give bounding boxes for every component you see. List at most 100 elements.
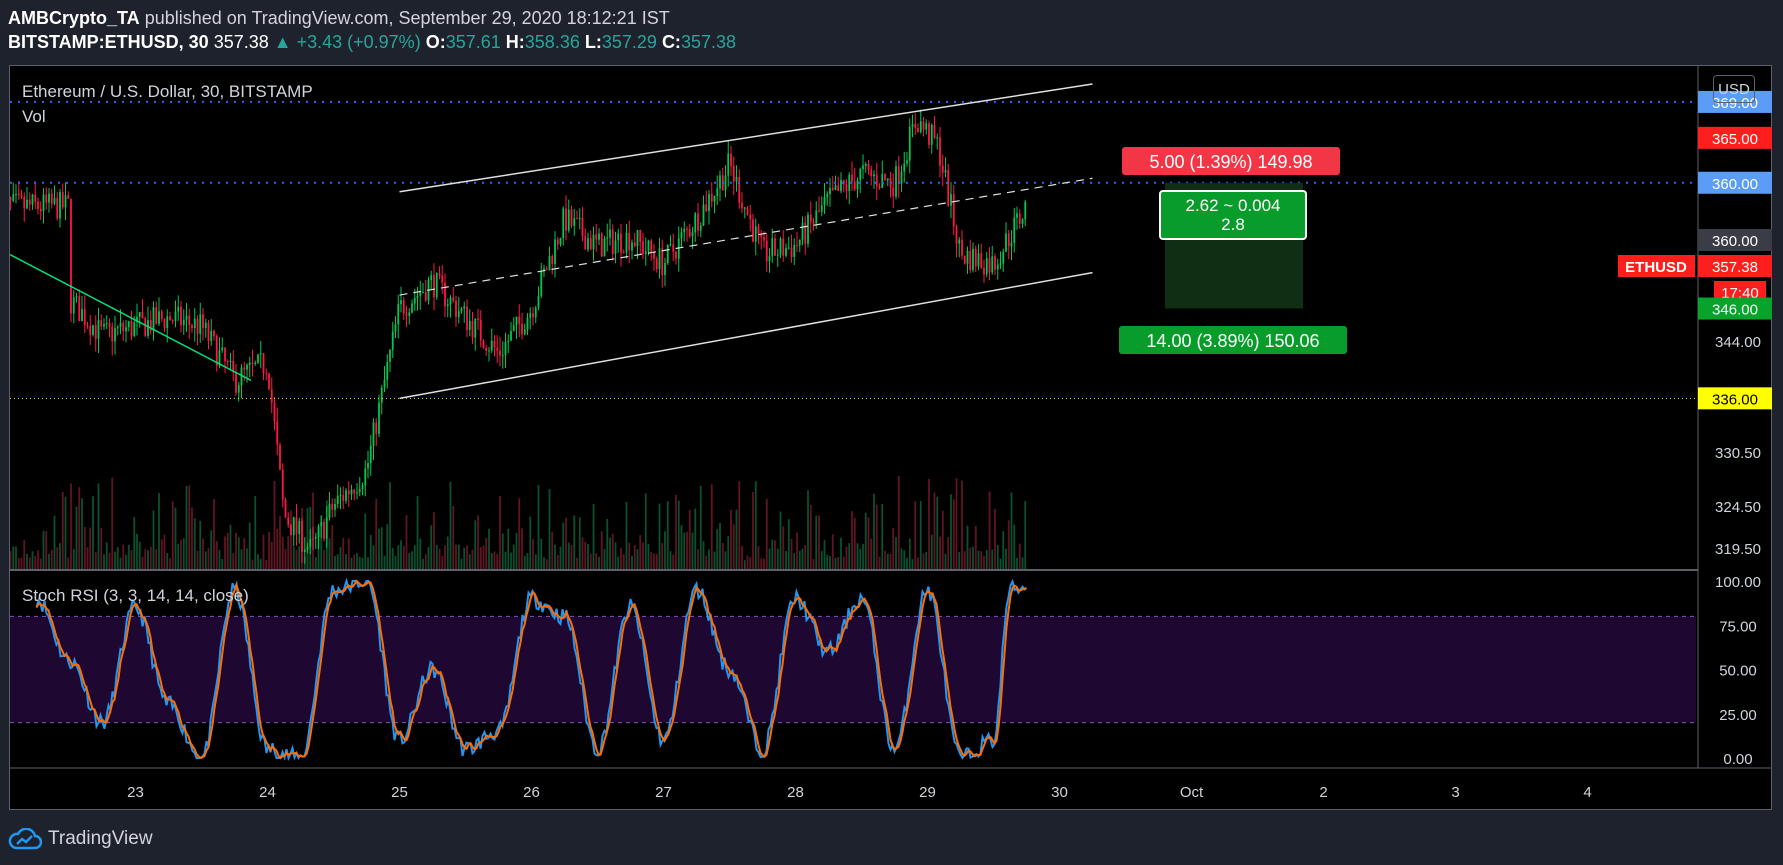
volume-bar [743,560,746,569]
volume-bar [749,557,752,569]
volume-bar [644,493,647,569]
candle-body [367,463,369,469]
volume-bar [556,555,559,569]
volume-bar [680,525,683,569]
candle-body [603,238,606,257]
candle-body [1007,233,1010,247]
volume-bar [411,551,413,569]
volume-bar [702,541,705,569]
volume-bar [906,557,908,569]
volume-bar [562,522,565,569]
candle-body [845,184,848,192]
volume-bar [493,551,496,569]
candle-body [540,270,543,296]
volume-bar [875,504,878,569]
channel-lower-line[interactable] [399,271,1093,400]
candle-body [235,372,237,393]
candle-body [433,275,435,298]
volume-bar [537,485,540,569]
price-label-target: 346.00 [1712,302,1758,319]
candle-body [633,242,636,247]
candle-body [75,296,78,298]
candle-body [653,252,655,259]
volume-bar [1013,524,1016,569]
volume-bar [397,545,400,569]
volume-bar [23,540,26,569]
candle-body [699,225,702,231]
volume-bar [163,534,166,569]
candle-body [650,240,653,253]
volume-bar [4,541,6,569]
candle-body [804,222,807,244]
volume-bar [1018,543,1021,569]
candle-body [768,256,771,262]
volume-bar [488,528,490,569]
candle-body [108,323,111,327]
candle-body [793,244,796,257]
candle-body [419,292,422,296]
candle-body [276,421,279,445]
volume-bar [48,553,50,569]
volume-bar [213,499,215,569]
volume-bar [103,554,105,569]
candle-body [284,499,287,518]
channel-median-line[interactable] [399,177,1093,296]
volume-bar [908,538,911,569]
candle-body [1018,213,1021,224]
candle-body [259,353,262,355]
candle-body [829,187,831,194]
volume-bar [336,554,339,569]
currency-button[interactable]: USD [1713,75,1755,103]
candle-body [26,199,28,209]
candle-body [292,517,295,536]
candle-body [977,253,980,267]
volume-bar [653,553,655,569]
candle-body [691,232,694,237]
candle-body [45,194,48,203]
candle-body [996,264,999,270]
volume-bar [452,506,455,569]
candle-body [886,178,889,181]
candle-body [279,444,281,470]
volume-bar [136,533,138,569]
volume-bar [936,496,939,569]
candle-body [853,181,856,190]
candle-body [92,325,94,335]
candle-body [314,536,317,539]
candle-body [188,315,191,325]
volume-bar [848,543,851,569]
volume-bar [842,556,845,569]
candle-body [501,355,504,357]
candle-body [10,197,12,201]
downtrend-line[interactable] [9,253,252,382]
volume-bar [292,546,295,569]
tradingview-logo[interactable]: TradingView [8,826,153,852]
volume-bar [100,527,103,569]
volume-bar [719,523,721,569]
volume-bar [499,496,501,569]
channel-upper-line[interactable] [399,83,1093,193]
candle-body [378,402,380,434]
volume-bar [380,527,383,569]
volume-bar [477,515,479,569]
candle-body [903,163,906,172]
volume-bar [433,512,435,569]
volume-bar [515,533,518,569]
chart-canvas[interactable]: 5.00 (1.39%) 149.98 2.62 ~ 0.0042.8 14.00 … [0,0,1783,865]
candle-body [67,195,70,199]
volume-bar [543,557,545,569]
candle-body [295,517,298,535]
candle-body [488,350,490,352]
volume-bar [589,553,592,569]
volume-bar [394,556,397,569]
candle-body [166,316,169,329]
volume-bar [889,554,892,569]
candle-body [48,193,50,203]
price-label-stop: 365.00 [1712,131,1758,148]
candle-body [944,169,947,173]
volume-bar [39,558,42,569]
candle-body [160,311,163,320]
volume-bar [642,542,644,569]
candle-body [56,197,59,219]
candle-body [716,188,719,196]
